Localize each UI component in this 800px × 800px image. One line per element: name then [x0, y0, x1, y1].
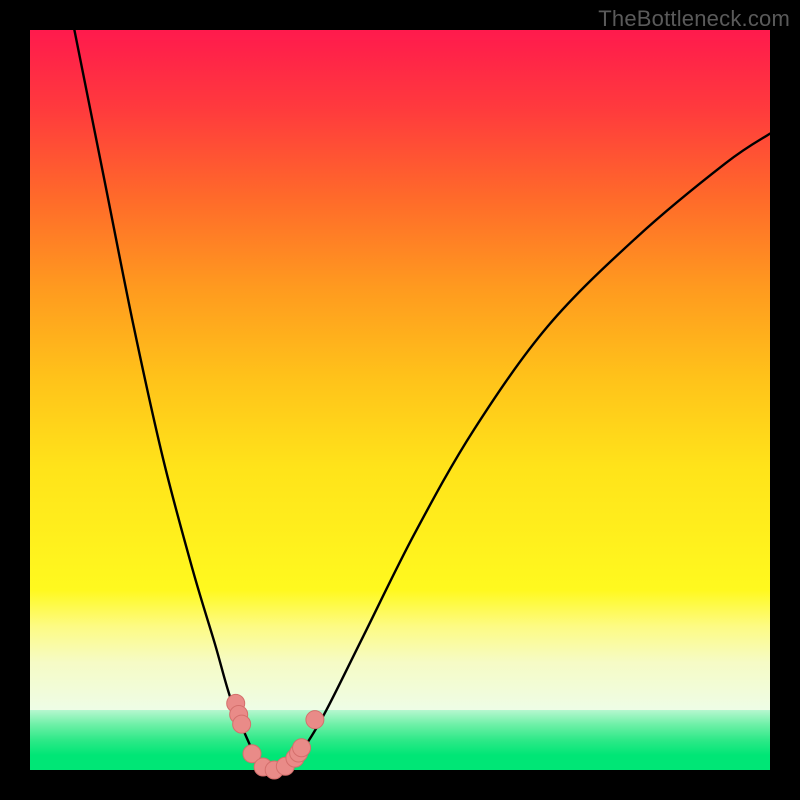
bottleneck-curve-path [74, 30, 770, 770]
plot-area [30, 30, 770, 770]
sample-markers [227, 694, 324, 779]
sample-marker [233, 715, 251, 733]
chart-frame: TheBottleneck.com [0, 0, 800, 800]
watermark-text: TheBottleneck.com [598, 6, 790, 32]
sample-marker [293, 739, 311, 757]
sample-marker [306, 711, 324, 729]
curve-layer [30, 30, 770, 770]
bottleneck-curve [74, 30, 770, 770]
